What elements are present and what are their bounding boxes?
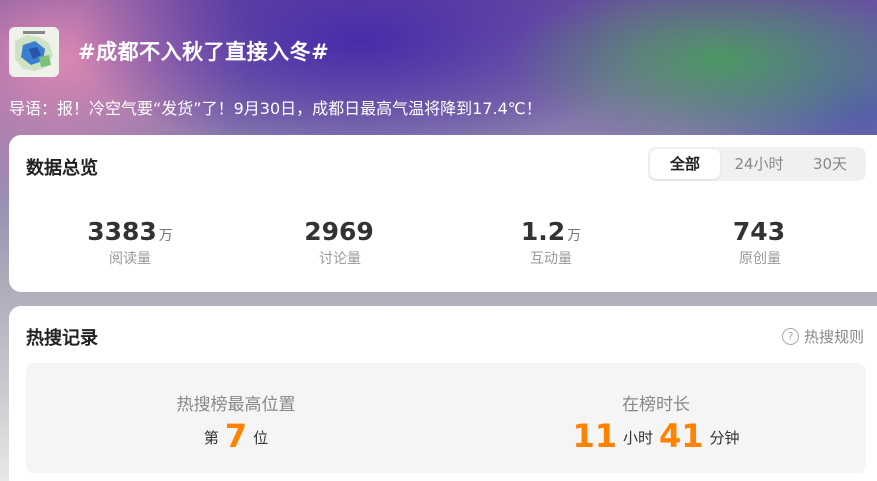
duration-minutes: 41 [659, 417, 704, 455]
stat-original: 743 原创量 [660, 217, 860, 268]
data-overview-card: 数据总览 全部 24小时 30天 3383 万 阅读量 2969 讨论量 1.2 万… [9, 135, 877, 292]
topic-intro: 导语：报！冷空气要“发货”了！9月30日，成都日最高气温将降到17.4℃！ [9, 99, 542, 118]
stat-value: 2969 [304, 217, 374, 246]
stat-discussions: 2969 讨论量 [240, 217, 440, 268]
duration-block: 在榜时长 11 小时 41 分钟 [446, 363, 866, 473]
hours-unit: 小时 [622, 429, 653, 447]
rank-number: 7 [224, 417, 248, 455]
stat-label: 讨论量 [319, 251, 361, 267]
tab-30d[interactable]: 30天 [798, 147, 862, 181]
highest-position-block: 热搜榜最高位置 第7位 [26, 363, 446, 473]
duration-value: 11 小时 41 分钟 [446, 417, 866, 455]
stat-value: 1.2 [520, 217, 566, 246]
tab-24h[interactable]: 24小时 [724, 147, 794, 181]
hot-search-stats-panel: 热搜榜最高位置 第7位 在榜时长 11 小时 41 分钟 [26, 363, 866, 473]
minutes-unit: 分钟 [709, 429, 740, 447]
overview-title: 数据总览 [26, 158, 98, 179]
rank-prefix: 第 [203, 429, 219, 447]
topic-title: #成都不入秋了直接入冬# [78, 40, 330, 64]
stat-unit: 万 [158, 228, 173, 244]
rules-label: 热搜规则 [804, 328, 865, 346]
hot-search-record-card: 热搜记录 ? 热搜规则 热搜榜最高位置 第7位 在榜时长 11 小时 41 分钟 [9, 306, 877, 481]
hot-search-title: 热搜记录 [26, 328, 98, 349]
time-range-tabs: 全部 24小时 30天 [648, 147, 866, 181]
stat-reads: 3383 万 阅读量 [30, 217, 230, 268]
duration-label: 在榜时长 [622, 395, 690, 415]
stat-value: 743 [732, 217, 786, 246]
highest-position-value: 第7位 [26, 417, 446, 455]
question-circle-icon: ? [782, 328, 799, 345]
stat-label: 互动量 [530, 251, 572, 267]
stat-label: 原创量 [739, 251, 781, 267]
highest-position-label: 热搜榜最高位置 [176, 395, 296, 415]
rank-suffix: 位 [253, 429, 269, 447]
duration-hours: 11 [572, 417, 617, 455]
stat-value: 3383 [87, 217, 157, 246]
stat-label: 阅读量 [109, 251, 151, 267]
hot-search-rules-link[interactable]: ? 热搜规则 [782, 326, 864, 347]
tab-all[interactable]: 全部 [650, 149, 720, 179]
stat-interactions: 1.2 万 互动量 [451, 217, 651, 268]
stat-unit: 万 [567, 228, 582, 244]
topic-thumbnail-map-icon [9, 27, 59, 77]
